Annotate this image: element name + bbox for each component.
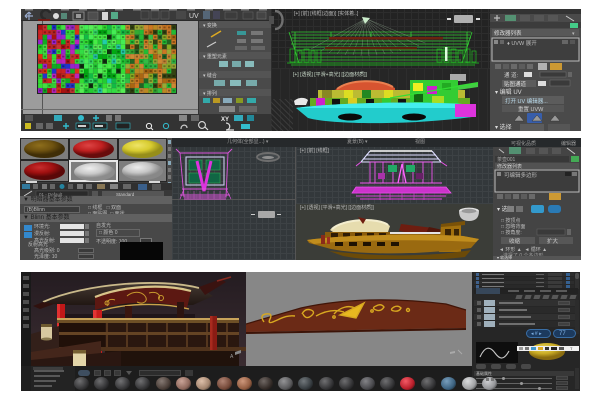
svg-text:重置 UVW: 重置 UVW (518, 105, 544, 113)
svg-text:通 道:: 通 道: (504, 71, 519, 79)
svg-text:扩大: 扩大 (547, 237, 559, 245)
svg-text:贴图通道: 贴图通道 (504, 80, 527, 88)
svg-text:修改器列表: 修改器列表 (497, 163, 522, 170)
svg-text:◄ 环形 ▲ ◄ 循环 ▲: ◄ 环形 ▲ ◄ 循环 ▲ (499, 246, 547, 253)
svg-text:XY: XY (221, 117, 229, 123)
svg-text:UV: UV (189, 13, 199, 20)
svg-text:♦ UVW 展开: ♦ UVW 展开 (507, 40, 537, 47)
svg-text:▾ 编辑 UV: ▾ 编辑 UV (495, 88, 522, 96)
svg-text:▾ 排列: ▾ 排列 (203, 90, 217, 97)
svg-text:可编辑多边形: 可编辑多边形 (504, 171, 538, 179)
svg-text:T: T (570, 346, 573, 351)
svg-text:茶壶001: 茶壶001 (497, 156, 516, 163)
svg-text:▾ 重塑元素: ▾ 重塑元素 (203, 53, 227, 60)
svg-text:□ 按顶点: □ 按顶点 (501, 217, 520, 224)
svg-text:□ 按角度:: □ 按角度: (501, 229, 522, 236)
svg-text:收缩: 收缩 (509, 237, 521, 245)
svg-text:可视化品质: 可视化品质 (511, 140, 536, 147)
svg-text:▾ 变换: ▾ 变换 (203, 22, 217, 29)
svg-text:修改器列表: 修改器列表 (494, 29, 522, 37)
svg-text:□ 忽略背面: □ 忽略背面 (501, 223, 525, 230)
svg-text:▾ 缝合: ▾ 缝合 (203, 72, 217, 79)
svg-text:编辑器: 编辑器 (561, 140, 576, 147)
svg-text:打开 UV 编辑器...: 打开 UV 编辑器... (505, 97, 548, 105)
